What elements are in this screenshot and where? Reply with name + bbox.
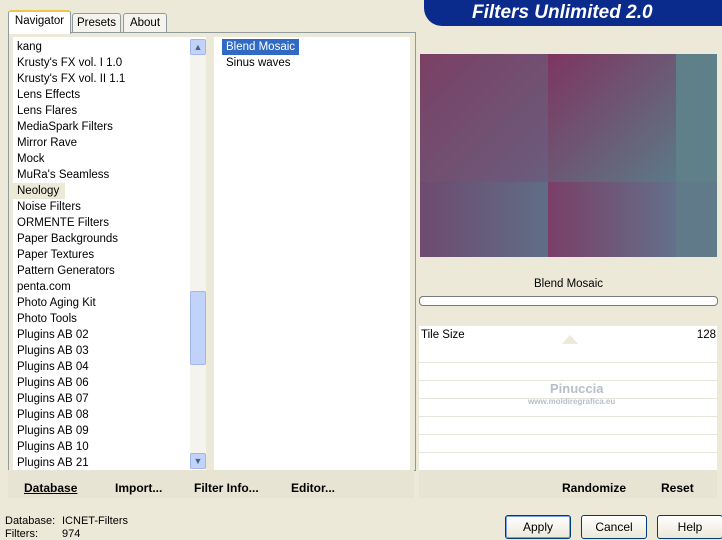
category-item[interactable]: Lens Effects [13,87,206,103]
param-row [419,417,717,435]
category-list: kang Krusty's FX vol. I 1.0 Krusty's FX vo… [13,37,206,471]
tab-about[interactable]: About [123,13,167,32]
status-filters-value: 974 [62,528,81,540]
reset-button[interactable]: Reset [661,480,694,496]
category-item[interactable]: Plugins AB 02 [13,327,206,343]
category-item[interactable]: penta.com [13,279,206,295]
filter-list: Blend Mosaic Sinus waves [214,37,410,71]
title-banner: Filters Unlimited 2.0 [424,0,722,26]
category-item[interactable]: Plugins AB 10 [13,439,206,455]
category-item[interactable]: Plugins AB 06 [13,375,206,391]
category-item[interactable]: ORMENTE Filters [13,215,206,231]
filter-list-panel: Blend Mosaic Sinus waves [214,37,410,470]
category-item[interactable]: kang [13,39,206,55]
category-item[interactable]: MediaSpark Filters [13,119,206,135]
category-item[interactable]: Photo Tools [13,311,206,327]
category-list-panel: kang Krusty's FX vol. I 1.0 Krusty's FX vo… [13,37,206,470]
help-button[interactable]: Help [657,515,722,539]
app-title: Filters Unlimited 2.0 [472,2,653,23]
category-item[interactable]: Plugins AB 21 [13,455,206,471]
status-database-value: ICNET-Filters [62,515,128,527]
scroll-up-icon[interactable]: ▲ [190,39,206,55]
tab-navigator[interactable]: Navigator [8,10,71,34]
filter-name-label: Blend Mosaic [533,278,604,290]
scrollbar-thumb[interactable] [190,291,206,365]
randomize-button[interactable]: Randomize [562,480,626,496]
progress-bar [419,296,718,306]
status-filters-label: Filters: [5,528,38,540]
status-database-label: Database: [5,515,56,527]
tab-presets[interactable]: Presets [72,13,121,32]
category-item[interactable]: Lens Flares [13,103,206,119]
watermark-url: www.moldiregrafica.eu [528,397,616,406]
category-item[interactable]: Mock [13,151,206,167]
watermark-name: Pinuccia [550,381,604,396]
category-item[interactable]: Plugins AB 09 [13,423,206,439]
category-scrollbar[interactable]: ▲ ▼ [190,39,206,469]
import-button[interactable]: Import... [115,480,162,496]
param-row [419,363,717,381]
filter-item[interactable]: Blend Mosaic [222,39,300,55]
category-item[interactable]: Paper Backgrounds [13,231,206,247]
category-item[interactable]: Noise Filters [13,199,206,215]
preview-image [420,54,717,257]
filter-item[interactable]: Sinus waves [222,55,410,71]
param-row [419,345,717,363]
apply-button[interactable]: Apply [505,515,571,539]
editor-button[interactable]: Editor... [291,480,335,496]
category-item[interactable]: Krusty's FX vol. II 1.1 [13,71,206,87]
database-button[interactable]: Database [24,480,77,496]
tile-size-value[interactable]: 128 [690,329,716,341]
category-item[interactable]: Pattern Generators [13,263,206,279]
category-item[interactable]: Plugins AB 04 [13,359,206,375]
param-row [419,453,717,471]
tile-size-slider-marker[interactable] [562,335,578,344]
category-item[interactable]: Photo Aging Kit [13,295,206,311]
category-item[interactable]: Plugins AB 07 [13,391,206,407]
param-row [419,435,717,453]
category-item[interactable]: Neology [13,183,66,199]
tile-size-label: Tile Size [421,329,465,341]
category-item[interactable]: Plugins AB 03 [13,343,206,359]
category-item[interactable]: Plugins AB 08 [13,407,206,423]
category-item[interactable]: MuRa's Seamless [13,167,206,183]
category-item[interactable]: Mirror Rave [13,135,206,151]
scroll-down-icon[interactable]: ▼ [190,453,206,469]
category-item[interactable]: Krusty's FX vol. I 1.0 [13,55,206,71]
category-item[interactable]: Paper Textures [13,247,206,263]
cancel-button[interactable]: Cancel [581,515,647,539]
filter-info-button[interactable]: Filter Info... [194,480,259,496]
